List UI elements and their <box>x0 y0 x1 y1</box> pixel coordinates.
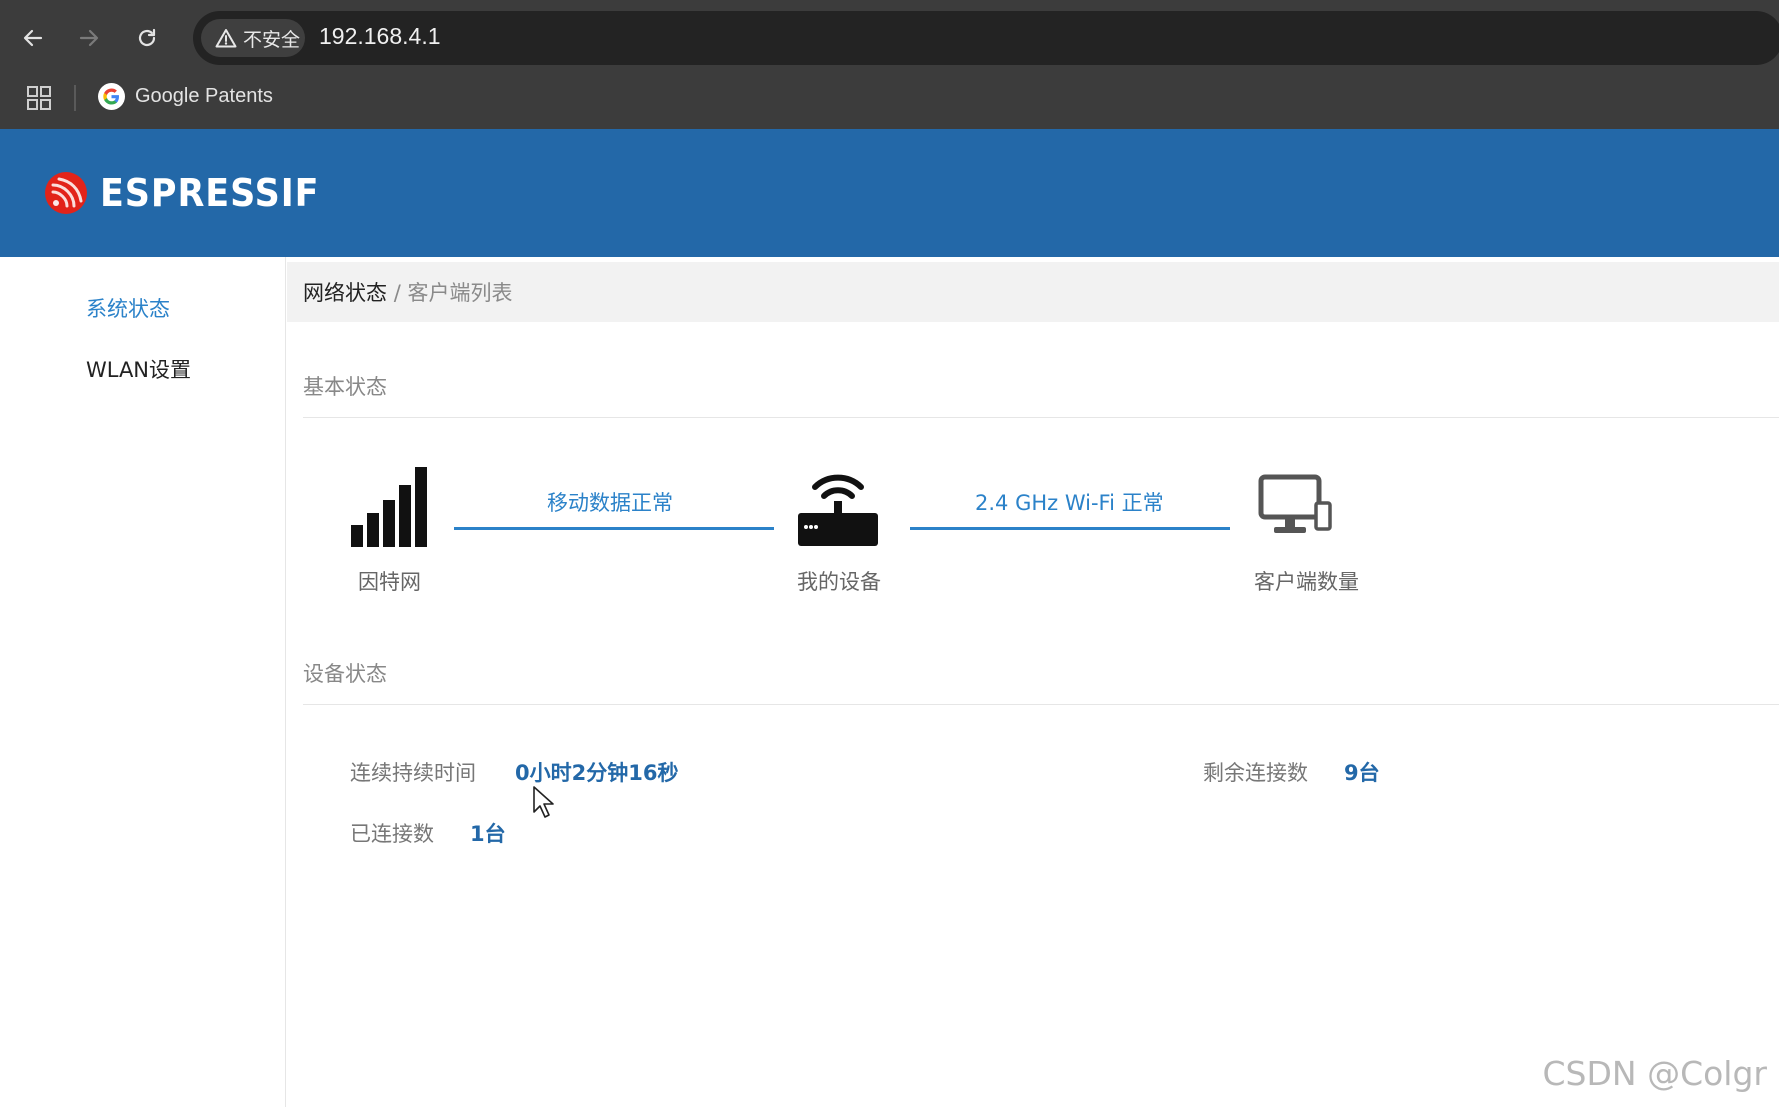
link-line-wifi <box>910 527 1230 530</box>
breadcrumb-current[interactable]: 网络状态 <box>303 281 387 305</box>
security-chip[interactable]: 不安全 <box>201 19 305 57</box>
watermark: CSDN @Colgr <box>1542 1054 1768 1093</box>
apps-grid-icon[interactable] <box>26 85 52 111</box>
arrow-left-icon <box>23 29 43 47</box>
breadcrumb-separator: / <box>393 281 401 305</box>
remaining-connections-label: 剩余连接数 <box>1203 761 1308 785</box>
bookmark-google-patents[interactable]: Google Patents <box>98 83 273 110</box>
security-label: 不安全 <box>243 28 301 51</box>
espressif-swirl-icon <box>45 172 87 214</box>
internet-label: 因特网 <box>358 570 421 594</box>
devices-icon <box>1258 474 1332 533</box>
breadcrumb-sub[interactable]: 客户端列表 <box>407 281 512 305</box>
client-count-label: 客户端数量 <box>1254 570 1359 594</box>
back-button[interactable] <box>17 22 49 54</box>
link-line-internet <box>454 527 774 530</box>
section-divider <box>303 704 1779 705</box>
uptime-label: 连续持续时间 <box>350 761 476 785</box>
navigation-row: 不安全 192.168.4.1 <box>0 10 1779 65</box>
remaining-connections-value: 9台 <box>1344 761 1380 785</box>
connected-count-label: 已连接数 <box>350 822 434 846</box>
reload-button[interactable] <box>131 22 163 54</box>
basic-status-title: 基本状态 <box>303 375 387 399</box>
brand-name: ESPRESSIF <box>100 171 320 215</box>
section-divider <box>303 417 1779 418</box>
router-icon <box>798 474 878 546</box>
connected-count-value: 1台 <box>470 822 506 846</box>
url-text[interactable]: 192.168.4.1 <box>319 23 441 50</box>
bookmark-label: Google Patents <box>135 85 273 107</box>
bookmarks-divider <box>74 85 76 111</box>
forward-button[interactable] <box>73 22 105 54</box>
app-header: ESPRESSIF <box>0 129 1779 257</box>
uptime-value: 0小时2分钟16秒 <box>515 761 679 785</box>
device-status-title: 设备状态 <box>303 662 387 686</box>
bookmarks-bar: Google Patents <box>0 74 1779 122</box>
espressif-logo[interactable]: ESPRESSIF <box>44 171 339 215</box>
breadcrumb: 网络状态 / 客户端列表 <box>287 262 1779 322</box>
wifi-status: 2.4 GHz Wi-Fi 正常 <box>975 491 1164 515</box>
arrow-right-icon <box>79 29 99 47</box>
warning-icon <box>215 29 237 48</box>
sidebar-item-system-status[interactable]: 系统状态 <box>86 293 170 323</box>
sidebar: 系统状态 WLAN设置 <box>0 257 286 1107</box>
address-bar[interactable]: 不安全 192.168.4.1 <box>193 11 1779 65</box>
sidebar-item-wlan-settings[interactable]: WLAN设置 <box>86 354 191 384</box>
signal-bars-icon <box>351 467 427 547</box>
reload-icon <box>138 28 156 47</box>
my-device-label: 我的设备 <box>797 570 881 594</box>
mobile-data-status: 移动数据正常 <box>547 491 673 515</box>
google-icon <box>98 83 125 110</box>
browser-chrome: 不安全 192.168.4.1 Google Patents <box>0 0 1779 129</box>
mouse-cursor-icon <box>533 786 554 818</box>
